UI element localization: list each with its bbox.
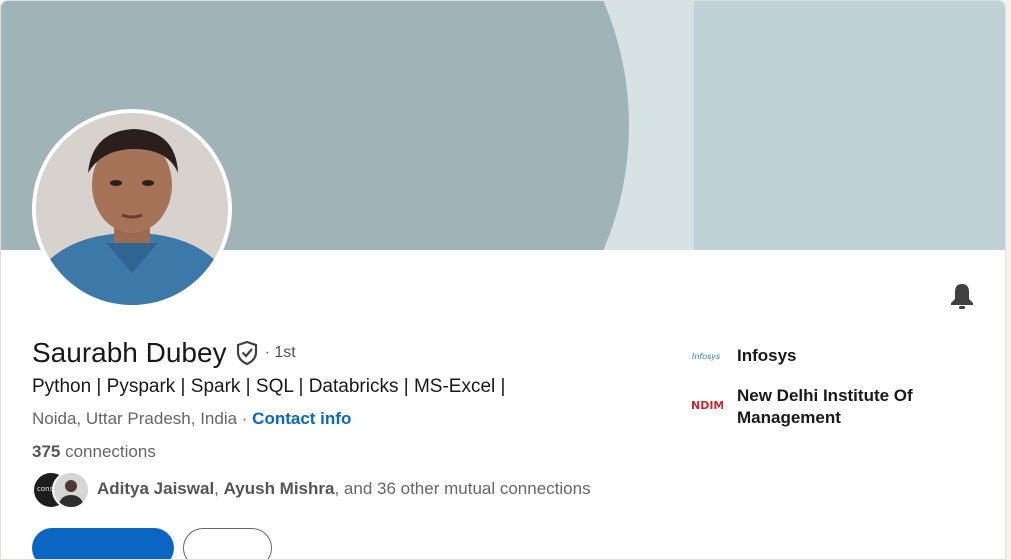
- location-row: Noida, Uttar Pradesh, India · Contact in…: [32, 409, 351, 429]
- mutual-name: Aditya Jaiswal: [97, 479, 215, 498]
- location-separator: ·: [237, 409, 253, 428]
- mutual-connections[interactable]: consu Aditya Jaiswal, Ayush Mishra, and …: [32, 471, 591, 509]
- profile-name: Saurabh Dubey: [32, 337, 227, 368]
- profile-headline: Python | Pyspark | Spark | SQL | Databri…: [32, 376, 506, 397]
- ndim-logo: NDIM: [691, 393, 723, 415]
- profile-card: Saurabh Dubey · 1st Python | Pyspark | S…: [0, 0, 1006, 560]
- connections-label: connections: [60, 442, 156, 461]
- mutual-separator: ,: [214, 479, 224, 498]
- connections-count[interactable]: 375 connections: [32, 442, 156, 462]
- org-infosys[interactable]: Infosys Infosys: [691, 345, 937, 367]
- org-name: New Delhi Institute Of Management: [737, 386, 913, 427]
- org-name: Infosys: [737, 346, 797, 365]
- message-button[interactable]: [32, 528, 174, 559]
- mutual-connections-text: Aditya Jaiswal, Ayush Mishra, and 36 oth…: [97, 479, 591, 499]
- banner-shape-right: [694, 1, 1005, 250]
- contact-info-link[interactable]: Contact info: [252, 409, 351, 428]
- verified-shield-icon[interactable]: [235, 340, 259, 366]
- mutual-rest: , and 36 other mutual connections: [334, 479, 591, 498]
- mutual-name: Ayush Mishra: [223, 479, 335, 498]
- bell-icon[interactable]: [947, 281, 977, 311]
- name-row: Saurabh Dubey · 1st: [32, 337, 296, 369]
- connection-degree: · 1st: [264, 344, 296, 361]
- infosys-logo-text: Infosys: [692, 352, 720, 361]
- infosys-logo: Infosys: [691, 345, 723, 367]
- profile-location: Noida, Uttar Pradesh, India: [32, 409, 238, 428]
- mutual-avatar: [52, 471, 90, 509]
- profile-photo[interactable]: [32, 109, 232, 309]
- mutual-avatars: consu: [32, 471, 90, 509]
- profile-photo-image: [36, 113, 228, 305]
- connections-number: 375: [32, 442, 61, 461]
- more-button[interactable]: [183, 528, 272, 559]
- org-ndim[interactable]: NDIM New Delhi Institute Of Management: [691, 385, 937, 429]
- ndim-logo-text: NDIM: [691, 399, 723, 412]
